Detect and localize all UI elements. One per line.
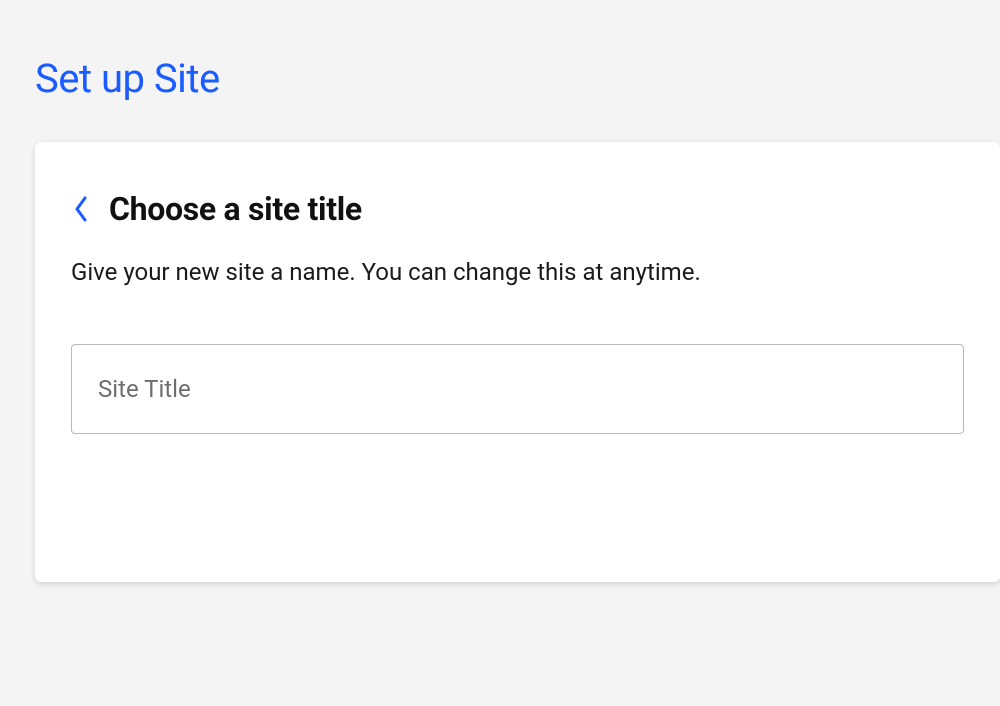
card-heading: Choose a site title [109, 190, 362, 228]
input-row [71, 344, 964, 434]
back-icon[interactable] [71, 194, 91, 224]
setup-card: Choose a site title Give your new site a… [35, 142, 1000, 582]
site-title-input[interactable] [71, 344, 964, 434]
page-title: Set up Site [0, 0, 1000, 102]
card-subtext: Give your new site a name. You can chang… [71, 258, 964, 286]
card-heading-row: Choose a site title [71, 190, 964, 228]
